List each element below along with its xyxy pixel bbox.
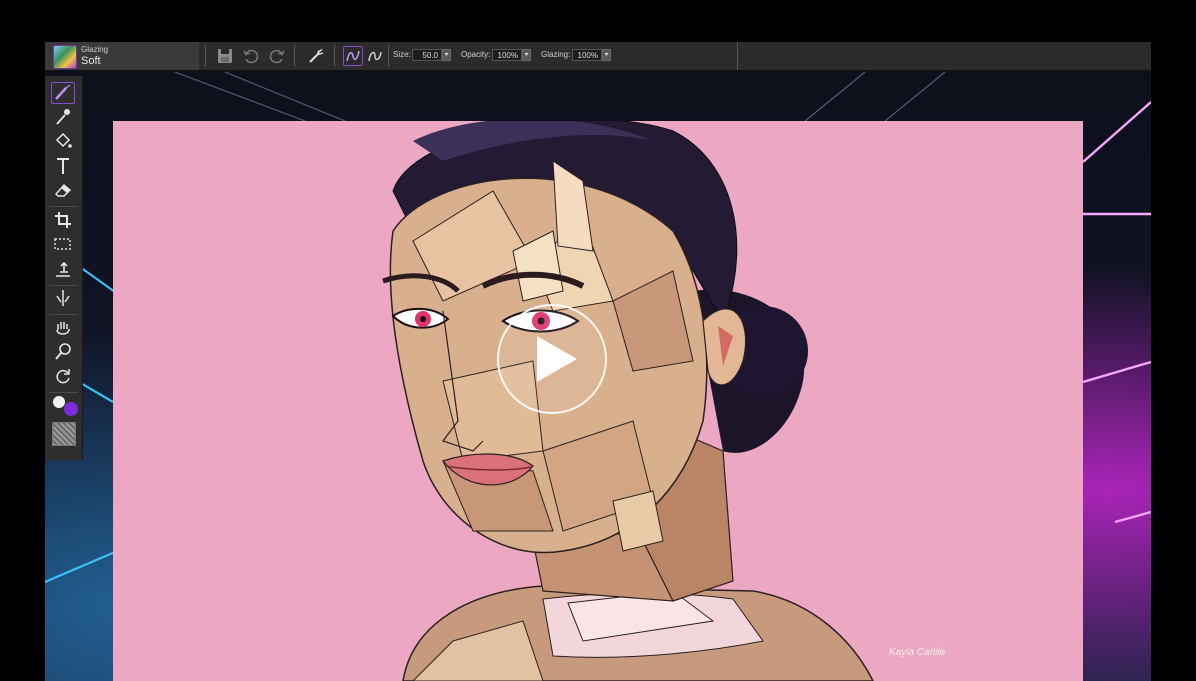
text-tool[interactable] [51,156,75,178]
glazing-dropdown-arrow[interactable]: ▾ [602,49,611,61]
secondary-color-swatch[interactable] [53,396,65,408]
toolbar-divider [737,42,738,70]
size-dropdown-arrow[interactable]: ▾ [442,49,451,61]
brush-category-icon [53,45,77,69]
mirror-tool[interactable] [51,288,75,310]
magnifier-tool[interactable] [51,342,75,364]
size-label: Size: [393,50,411,59]
dropper-tool[interactable] [51,107,75,129]
grabber-tool[interactable] [51,318,75,340]
brush-category-label: Glazing [81,45,109,54]
glazing-label: Glazing: [541,50,571,59]
save-icon[interactable] [215,46,235,66]
toolbar-divider [294,45,295,67]
toolbar-divider [388,45,389,67]
transform-tool[interactable] [51,259,75,281]
opacity-input[interactable]: 100% [492,49,522,61]
brush-selector[interactable]: Glazing Soft [45,42,199,70]
crop-tool[interactable] [51,210,75,232]
opacity-dropdown-arrow[interactable]: ▾ [522,49,531,61]
main-color-swatch[interactable] [64,402,78,416]
redo-icon[interactable] [267,46,287,66]
artist-signature: Kayla Carlile [889,647,946,658]
stroke-mode-icon[interactable] [365,46,385,66]
glazing-input[interactable]: 100% [572,49,602,61]
toolbox-panel [45,76,83,460]
opacity-label: Opacity: [461,50,491,59]
rectangle-select-tool[interactable] [51,234,75,256]
eraser-tool[interactable] [51,180,75,202]
tool-divider [49,285,78,286]
tool-divider [49,206,78,207]
toolbar-divider [334,45,335,67]
paint-bucket-tool[interactable] [51,131,75,153]
brush-variant-label: Soft [81,55,101,67]
size-input[interactable]: 50.0 [412,49,442,61]
brush-tool[interactable] [51,82,75,104]
brush-tracking-icon[interactable] [306,46,326,66]
stroke-attributes-icon[interactable] [343,46,363,66]
property-bar: Glazing Soft Size: 50.0 ▾ Opacity: 100% … [45,42,1151,71]
undo-icon[interactable] [241,46,261,66]
tool-divider [49,392,78,393]
toolbar-divider [205,45,206,67]
play-icon[interactable] [497,304,607,414]
tool-divider [49,314,78,315]
paper-texture-selector[interactable] [52,422,76,446]
rotate-page-tool[interactable] [51,366,75,388]
